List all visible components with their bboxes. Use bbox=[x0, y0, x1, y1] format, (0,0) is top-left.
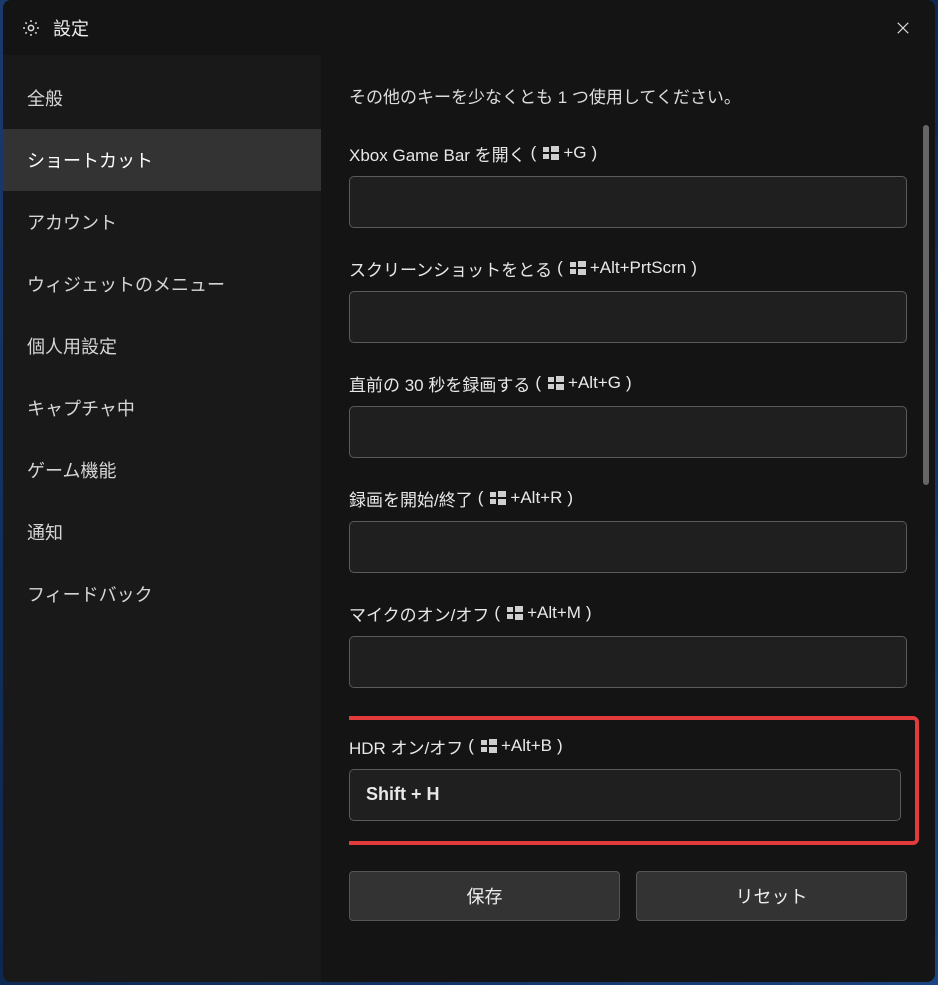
shortcut-input[interactable] bbox=[349, 406, 907, 458]
sidebar-item-label: ウィジェットのメニュー bbox=[27, 275, 225, 295]
shortcut-input[interactable] bbox=[349, 636, 907, 688]
combo-text: +Alt+B bbox=[501, 736, 552, 756]
sidebar-item-label: 通知 bbox=[27, 523, 63, 543]
save-button[interactable]: 保存 bbox=[349, 871, 620, 921]
sidebar-item-label: 全般 bbox=[27, 89, 63, 109]
shortcut-input[interactable] bbox=[349, 291, 907, 343]
gear-icon bbox=[21, 18, 41, 38]
windows-key-icon bbox=[481, 739, 497, 753]
shortcut-input[interactable] bbox=[349, 769, 901, 821]
scrollbar[interactable] bbox=[923, 125, 929, 485]
button-label: リセット bbox=[736, 883, 808, 909]
shortcut-label: Xbox Game Bar を開く ( +G ) bbox=[349, 141, 907, 166]
highlight-annotation: HDR オン/オフ ( +Alt+B ) bbox=[349, 716, 919, 845]
combo-text: +Alt+G bbox=[568, 373, 621, 393]
windows-key-icon bbox=[543, 146, 559, 160]
window-title: 設定 bbox=[53, 15, 89, 41]
shortcut-label: 直前の 30 秒を録画する ( +Alt+G ) bbox=[349, 371, 907, 396]
shortcut-label: HDR オン/オフ ( +Alt+B ) bbox=[349, 734, 901, 759]
shortcut-hdr-toggle: HDR オン/オフ ( +Alt+B ) bbox=[349, 734, 901, 821]
sidebar-item-label: キャプチャ中 bbox=[27, 399, 135, 419]
shortcut-record-last-30: 直前の 30 秒を録画する ( +Alt+G ) bbox=[349, 371, 907, 458]
sidebar-item-notifications[interactable]: 通知 bbox=[3, 501, 321, 563]
sidebar-item-widget-menu[interactable]: ウィジェットのメニュー bbox=[3, 253, 321, 315]
sidebar-item-feedback[interactable]: フィードバック bbox=[3, 563, 321, 625]
sidebar-item-label: ショートカット bbox=[27, 151, 153, 171]
sidebar-item-label: ゲーム機能 bbox=[27, 461, 116, 481]
label-text: Xbox Game Bar を開く bbox=[349, 141, 526, 166]
shortcut-record-toggle: 録画を開始/終了 ( +Alt+R ) bbox=[349, 486, 907, 573]
shortcut-input[interactable] bbox=[349, 521, 907, 573]
label-text: マイクのオン/オフ bbox=[349, 601, 489, 626]
close-icon bbox=[894, 19, 912, 37]
label-text: HDR オン/オフ bbox=[349, 734, 463, 759]
sidebar-item-gaming-features[interactable]: ゲーム機能 bbox=[3, 439, 321, 501]
sidebar-item-shortcuts[interactable]: ショートカット bbox=[3, 129, 321, 191]
windows-key-icon bbox=[548, 376, 564, 390]
combo-text: +G bbox=[563, 143, 586, 163]
label-text: 録画を開始/終了 bbox=[349, 486, 473, 511]
content-area: その他のキーを少なくとも 1 つ使用してください。 Xbox Game Bar … bbox=[321, 55, 935, 982]
sidebar-item-label: フィードバック bbox=[27, 585, 153, 605]
shortcut-mic-toggle: マイクのオン/オフ ( +Alt+M ) bbox=[349, 601, 907, 688]
intro-text: その他のキーを少なくとも 1 つ使用してください。 bbox=[349, 85, 907, 111]
shortcut-label: マイクのオン/オフ ( +Alt+M ) bbox=[349, 601, 907, 626]
shortcut-label: スクリーンショットをとる ( +Alt+PrtScrn ) bbox=[349, 256, 907, 281]
sidebar-item-capturing[interactable]: キャプチャ中 bbox=[3, 377, 321, 439]
windows-key-icon bbox=[507, 606, 523, 620]
button-row: 保存 リセット bbox=[349, 871, 907, 921]
close-button[interactable] bbox=[889, 14, 917, 42]
button-label: 保存 bbox=[467, 883, 503, 909]
windows-key-icon bbox=[490, 491, 506, 505]
titlebar: 設定 bbox=[3, 0, 935, 55]
sidebar-item-account[interactable]: アカウント bbox=[3, 191, 321, 253]
label-text: 直前の 30 秒を録画する bbox=[349, 371, 530, 396]
label-text: スクリーンショットをとる bbox=[349, 256, 552, 281]
shortcut-screenshot: スクリーンショットをとる ( +Alt+PrtScrn ) bbox=[349, 256, 907, 343]
sidebar-item-general[interactable]: 全般 bbox=[3, 67, 321, 129]
sidebar-item-personalization[interactable]: 個人用設定 bbox=[3, 315, 321, 377]
shortcut-open-gamebar: Xbox Game Bar を開く ( +G ) bbox=[349, 141, 907, 228]
combo-text: +Alt+PrtScrn bbox=[590, 258, 686, 278]
sidebar-item-label: アカウント bbox=[27, 213, 117, 233]
shortcut-label: 録画を開始/終了 ( +Alt+R ) bbox=[349, 486, 907, 511]
settings-window: 設定 全般 ショートカット アカウント ウィジェットのメニュー 個人用設定 キャ… bbox=[3, 0, 935, 982]
reset-button[interactable]: リセット bbox=[636, 871, 907, 921]
combo-text: +Alt+R bbox=[510, 488, 562, 508]
combo-text: +Alt+M bbox=[527, 603, 581, 623]
shortcut-input[interactable] bbox=[349, 176, 907, 228]
sidebar: 全般 ショートカット アカウント ウィジェットのメニュー 個人用設定 キャプチャ… bbox=[3, 55, 321, 982]
sidebar-item-label: 個人用設定 bbox=[27, 337, 117, 357]
windows-key-icon bbox=[570, 261, 586, 275]
